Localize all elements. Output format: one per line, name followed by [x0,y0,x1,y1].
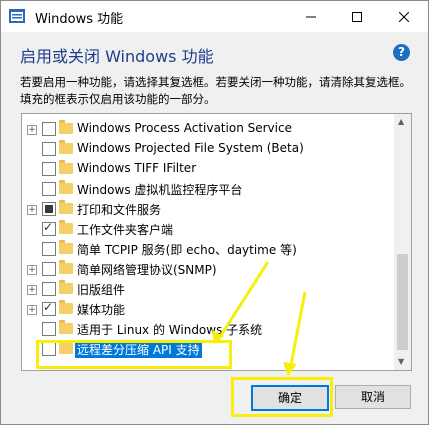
annotation-arrows [212,261,307,376]
